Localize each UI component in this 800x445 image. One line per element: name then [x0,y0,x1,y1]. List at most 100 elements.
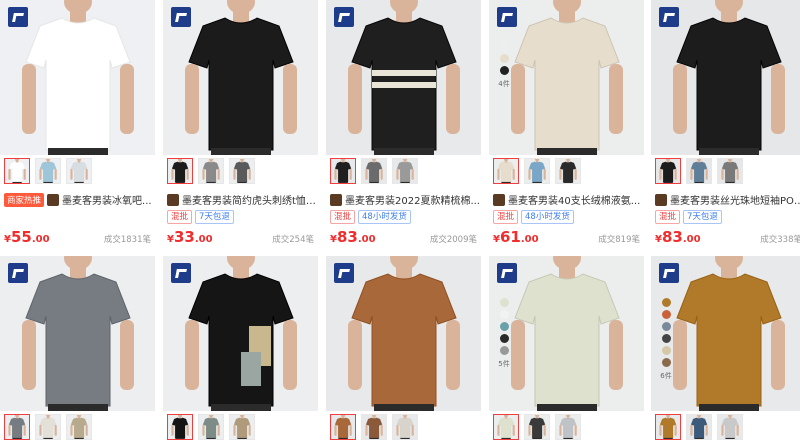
product-title[interactable]: 墨麦客男装2022夏款精梳棉... [345,192,480,207]
price-row: ¥61.00 成交819笔 [493,227,640,247]
brand-logo-icon [497,263,517,283]
title-row[interactable]: 墨麦客男装简约虎头刺绣t恤男2... [167,192,317,207]
product-card[interactable]: 墨麦客男装2022夏款精梳棉... 混批 48小时发货 ¥83.00 成交2009笔 [326,0,481,250]
thumbnail-strip [330,158,480,186]
thumbnail[interactable] [361,158,387,184]
thumbnail[interactable] [655,414,681,440]
product-image[interactable] [326,256,481,411]
color-swatch [661,346,671,355]
thumbnail-strip [4,414,154,442]
thumbnail[interactable] [229,414,255,440]
thumbnail[interactable] [330,158,356,184]
color-swatch [661,334,671,343]
thumbnail[interactable] [686,158,712,184]
title-row[interactable]: 墨麦客男装2022夏款精梳棉... [330,192,480,207]
thumbnail[interactable] [198,158,224,184]
product-image[interactable] [163,256,318,411]
product-title[interactable]: 墨麦客男装40支长绒棉液氨... [508,192,640,207]
thumbnail[interactable] [392,414,418,440]
product-title[interactable]: 墨麦客男装丝光珠地短袖POLO... [670,192,800,207]
product-image[interactable] [651,0,800,155]
product-title[interactable]: 墨麦客男装冰氧吧... [62,192,152,207]
service-tag: 48小时发货 [358,210,411,224]
thumbnail-strip [330,414,480,442]
product-title[interactable]: 墨麦客男装简约虎头刺绣t恤男2... [182,192,317,207]
thumbnail[interactable] [493,414,519,440]
thumbnail-strip [655,158,800,186]
product-card[interactable]: 5件 [489,256,644,445]
product-card[interactable]: 6件 [651,256,800,445]
product-card[interactable] [163,256,318,445]
thumbnail[interactable] [717,158,743,184]
tag-list: 混批 7天包退 [655,210,722,224]
service-tag: 混批 [655,210,681,224]
thumbnail-strip [493,414,643,442]
brand-logo-icon [334,7,354,27]
thumbnail-strip [493,158,643,186]
product-image[interactable] [0,256,155,411]
service-tag: 7天包退 [683,210,722,224]
price: ¥55.00 [4,228,50,246]
brand-logo-icon [497,7,517,27]
product-image[interactable] [0,0,155,155]
shop-avatar-icon [167,193,179,206]
color-swatch [499,298,509,307]
color-swatch [661,310,671,319]
title-row[interactable]: 商家热推 墨麦客男装冰氧吧... [4,192,154,207]
price-row: ¥55.00 成交1831笔 [4,227,151,247]
title-row[interactable]: 墨麦客男装丝光珠地短袖POLO... [655,192,800,207]
thumbnail[interactable] [167,414,193,440]
product-card[interactable]: 墨麦客男装丝光珠地短袖POLO... 混批7天包退 ¥83.00 成交338笔 [651,0,800,250]
shop-avatar-icon [493,193,505,206]
title-row[interactable]: 墨麦客男装40支长绒棉液氨... [493,192,643,207]
thumbnail[interactable] [555,158,581,184]
thumbnail-strip [167,158,317,186]
color-swatch [661,298,671,307]
product-image[interactable] [326,0,481,155]
thumbnail[interactable] [555,414,581,440]
product-image[interactable] [163,0,318,155]
thumbnail[interactable] [66,158,92,184]
thumbnail[interactable] [35,158,61,184]
thumbnail[interactable] [686,414,712,440]
price: ¥33.00 [167,228,213,246]
thumbnail[interactable] [717,414,743,440]
thumbnail[interactable] [524,158,550,184]
thumbnail[interactable] [66,414,92,440]
thumbnail-strip [167,414,317,442]
color-swatch [661,322,671,331]
thumbnail[interactable] [361,414,387,440]
thumbnail[interactable] [524,414,550,440]
product-image[interactable]: 5件 [489,256,644,411]
color-swatch [499,346,509,355]
color-swatch [499,66,509,75]
brand-logo-icon [8,7,28,27]
thumbnail[interactable] [493,158,519,184]
tag-list: 混批 48小时发货 [330,210,411,224]
product-card[interactable]: 墨麦客男装简约虎头刺绣t恤男2... 混批 7天包退 ¥33.00 成交254笔 [163,0,318,250]
thumbnail[interactable] [655,158,681,184]
color-swatch [499,54,509,63]
product-image[interactable]: 6件 [651,256,800,411]
thumbnail[interactable] [229,158,255,184]
color-swatch [499,310,509,319]
thumbnail-strip [655,414,800,442]
brand-logo-icon [659,263,679,283]
swatch-count: 5件 [498,360,510,368]
product-card[interactable] [0,256,155,445]
price-row: ¥83.00 成交2009笔 [330,227,477,247]
product-image[interactable]: 4件 [489,0,644,155]
product-card[interactable] [326,256,481,445]
thumbnail[interactable] [4,414,30,440]
thumbnail[interactable] [392,158,418,184]
thumbnail[interactable] [35,414,61,440]
product-card[interactable]: 商家热推 墨麦客男装冰氧吧... ¥55.00 成交1831笔 [0,0,155,250]
brand-logo-icon [334,263,354,283]
thumbnail[interactable] [330,414,356,440]
thumbnail[interactable] [198,414,224,440]
thumbnail[interactable] [167,158,193,184]
brand-logo-icon [171,263,191,283]
thumbnail[interactable] [4,158,30,184]
color-swatch [499,334,509,343]
product-card[interactable]: 4件 墨麦客男装40支长绒棉液氨... 混批 48小时发货 ¥61.00 成交819笔 [489,0,644,250]
